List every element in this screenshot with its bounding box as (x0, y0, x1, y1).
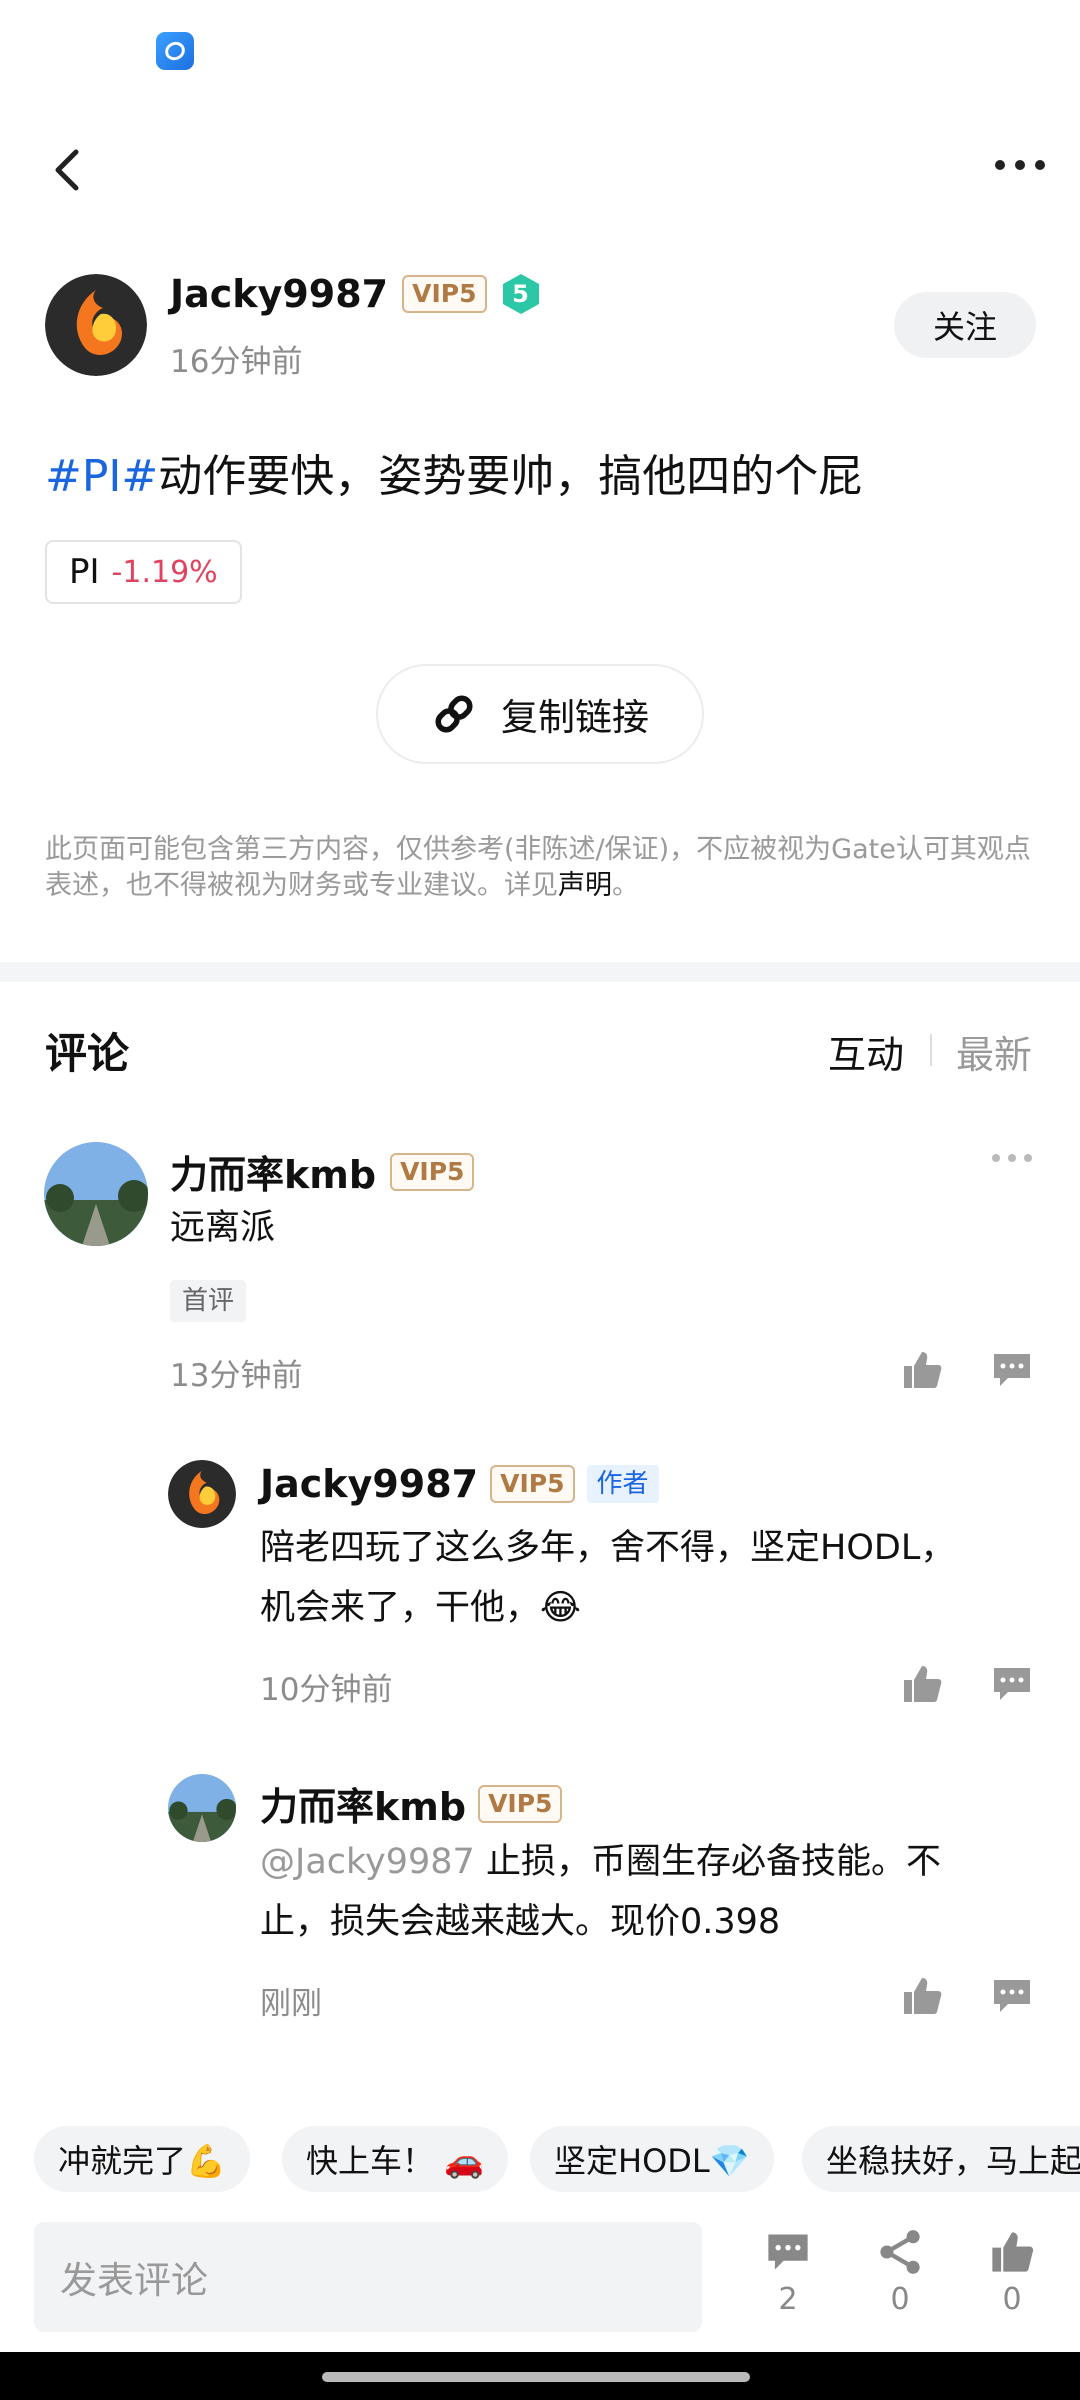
reply-avatar[interactable] (168, 1460, 236, 1528)
back-button[interactable] (44, 140, 88, 200)
comment-count-button[interactable]: 2 (748, 2228, 828, 2317)
comment-icon (994, 1354, 1030, 1386)
app-status-icon (156, 32, 194, 70)
post-hashtag[interactable]: #PI# (45, 451, 158, 502)
level-badge: 5 (501, 273, 541, 315)
share-icon (880, 2230, 920, 2274)
link-icon (435, 695, 473, 733)
author-name-row: Jacky9987 VIP5 5 (170, 272, 541, 316)
vip-badge: VIP5 (490, 1465, 575, 1503)
reply-text: 陪老四玩了这么多年，舍不得，坚定HODL， 机会来了，干他，😂 (260, 1528, 956, 1628)
like-count: 0 (1002, 2282, 1022, 2317)
reply-1-header: Jacky9987 VIP5 作者 (260, 1462, 659, 1506)
tab-latest[interactable]: 最新 (956, 1024, 1032, 1079)
more-dots-icon (992, 1154, 1032, 1162)
comment-1-header: 力而率kmb VIP5 (170, 1144, 475, 1199)
reply-name[interactable]: Jacky9987 (260, 1462, 478, 1506)
share-button[interactable]: 0 (860, 2228, 940, 2317)
coin-change: -1.19% (111, 554, 218, 590)
reply-text: @Jacky9987 止损，币圈生存必备技能。不 止，损失会越来越大。现价0.3… (260, 1842, 941, 1942)
reply-button[interactable] (990, 1974, 1034, 2022)
section-divider (0, 962, 1080, 982)
vip-badge: VIP5 (402, 275, 487, 313)
thumbs-up-icon (904, 1978, 942, 2014)
first-comment-badge: 首评 (170, 1280, 247, 1322)
comment-more-button[interactable] (990, 1150, 1034, 1169)
like-button[interactable] (900, 1348, 944, 1396)
reply-button[interactable] (990, 1348, 1034, 1396)
comment-text: 远离派 (170, 1208, 276, 1248)
copy-link-label: 复制链接 (501, 696, 649, 739)
post-content: #PI#动作要快，姿势要帅，搞他四的个屁 (45, 440, 862, 504)
thumbs-up-icon (992, 2232, 1034, 2272)
comment-icon (994, 1668, 1030, 1700)
post-text: 动作要快，姿势要帅，搞他四的个屁 (158, 451, 863, 502)
commenter-avatar[interactable] (44, 1142, 148, 1246)
comment-icon (994, 1980, 1030, 2012)
tab-interactive[interactable]: 互动 (828, 1024, 904, 1079)
thumbs-up-icon (904, 1352, 942, 1388)
share-count: 0 (890, 2282, 910, 2317)
reply-time: 刚刚 (260, 1986, 322, 2022)
comment-icon (768, 2234, 808, 2270)
comments-title: 评论 (45, 1029, 130, 1078)
quick-reply-chip[interactable]: 坚定HODL💎 (530, 2126, 774, 2192)
thumbs-up-icon (904, 1666, 942, 1702)
comment-count: 2 (778, 2282, 798, 2317)
commenter-name[interactable]: 力而率kmb (170, 1144, 376, 1199)
like-button[interactable] (900, 1974, 944, 2022)
reply-button[interactable] (990, 1662, 1034, 1710)
disclaimer-link[interactable]: 声明 (558, 870, 612, 901)
author-name[interactable]: Jacky9987 (170, 272, 388, 316)
mention[interactable]: @Jacky9987 (260, 1842, 475, 1882)
like-post-button[interactable]: 0 (972, 2228, 1052, 2317)
reply-avatar[interactable] (168, 1774, 236, 1842)
tab-separator (930, 1034, 932, 1066)
quick-reply-chip[interactable]: 冲就完了💪 (34, 2126, 250, 2192)
quick-reply-chip[interactable]: 快上车！ 🚗 (282, 2126, 509, 2192)
copy-link-button[interactable]: 复制链接 (376, 664, 704, 764)
home-gesture-handle[interactable] (322, 2372, 750, 2382)
reply-2-header: 力而率kmb VIP5 (260, 1776, 563, 1831)
follow-button[interactable]: 关注 (894, 292, 1036, 358)
post-time: 16分钟前 (170, 344, 303, 380)
disclaimer: 此页面可能包含第三方内容，仅供参考(非陈述/保证)，不应被视为Gate认可其观点… (45, 834, 1031, 901)
more-options-button[interactable] (990, 150, 1050, 180)
comment-input[interactable]: 发表评论 (34, 2222, 702, 2332)
like-button[interactable] (900, 1662, 944, 1710)
author-badge: 作者 (586, 1465, 659, 1503)
reply-time: 10分钟前 (260, 1672, 393, 1708)
coin-chip[interactable]: PI -1.19% (45, 540, 242, 604)
vip-badge: VIP5 (478, 1784, 563, 1823)
more-dots-icon (995, 160, 1045, 170)
chevron-left-icon (55, 149, 79, 191)
quick-reply-chip[interactable]: 坐稳扶好，马上起 (802, 2126, 1080, 2192)
author-avatar[interactable] (45, 274, 147, 376)
comment-time: 13分钟前 (170, 1358, 303, 1394)
reply-name[interactable]: 力而率kmb (260, 1776, 466, 1831)
vip-badge: VIP5 (390, 1152, 475, 1191)
coin-symbol: PI (69, 552, 100, 592)
